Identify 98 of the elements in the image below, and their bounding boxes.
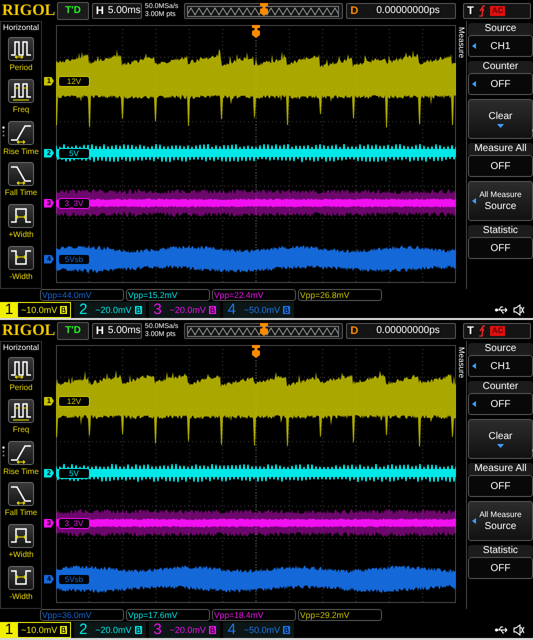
trace-label: 5Vsb bbox=[58, 254, 90, 264]
waveform-overview-icon bbox=[186, 4, 339, 18]
menu-value-button[interactable]: OFF bbox=[468, 475, 533, 497]
channel-tab[interactable]: 2 ~20.0mV bbox=[74, 622, 146, 638]
menu-button[interactable]: All Measure Source bbox=[468, 181, 533, 221]
page-dots-icon bbox=[2, 446, 5, 457]
measurement-readout: Vpp=22.4mV bbox=[212, 289, 296, 301]
menu-label: Measure All bbox=[468, 143, 533, 155]
measure-button[interactable] bbox=[8, 162, 34, 186]
menu-tab[interactable]: Measure bbox=[456, 21, 467, 289]
measure-button[interactable] bbox=[8, 398, 34, 423]
channel-tab[interactable]: 3 ~20.0mV bbox=[148, 622, 220, 638]
menu-label: Counter bbox=[468, 61, 533, 73]
delay-box[interactable]: D 0.00000000ps bbox=[346, 2, 456, 18]
run-state-badge: T'D bbox=[57, 322, 89, 340]
button-label: +Width bbox=[8, 550, 34, 560]
trace-label: 3_3V bbox=[58, 198, 90, 208]
menu-label: Statistic bbox=[468, 225, 533, 237]
measure-button[interactable] bbox=[8, 37, 34, 61]
channel-tab[interactable]: 3 ~20.0mV bbox=[148, 302, 220, 318]
button-label: Fall Time bbox=[4, 188, 38, 198]
menu-value-button[interactable]: OFF bbox=[468, 155, 533, 177]
channel-tab[interactable]: 1 ~10.0mV bbox=[0, 622, 72, 638]
measurement-readout: Vpp=26.8mV bbox=[298, 289, 382, 301]
timebase-box[interactable]: H 5.00ms bbox=[92, 322, 142, 338]
channel-tab[interactable]: 2 ~20.0mV bbox=[74, 302, 146, 318]
trigger-box[interactable]: T AC bbox=[463, 322, 531, 338]
speaker-icon bbox=[513, 304, 525, 316]
button-label: Period bbox=[9, 383, 33, 392]
menu-value-button[interactable]: OFF bbox=[468, 237, 533, 259]
coupling-badge: AC bbox=[490, 6, 506, 16]
rising-edge-icon bbox=[478, 4, 486, 16]
trigger-position-icon bbox=[251, 345, 261, 358]
menu-value-button[interactable]: OFF bbox=[468, 393, 533, 415]
menu-value-button[interactable]: OFF bbox=[468, 73, 533, 95]
speaker-icon bbox=[513, 624, 525, 636]
button-label: Rise Time bbox=[3, 146, 39, 156]
trace-label: 12V bbox=[58, 76, 90, 86]
menu-label: Measure All bbox=[468, 463, 533, 475]
usb-icon bbox=[495, 626, 509, 634]
menu-button[interactable]: All Measure Source bbox=[468, 501, 533, 541]
measure-button[interactable] bbox=[8, 246, 34, 270]
trigger-box[interactable]: T AC bbox=[463, 2, 531, 18]
button-label: Fall Time bbox=[4, 508, 38, 518]
delay-box[interactable]: D 0.00000000ps bbox=[346, 322, 456, 338]
trigger-position-icon bbox=[258, 2, 269, 16]
button-label: Period bbox=[9, 63, 33, 72]
measure-button[interactable] bbox=[8, 524, 34, 548]
trigger-position-icon bbox=[251, 25, 261, 38]
menu-label: Source bbox=[468, 343, 533, 355]
coupling-badge: AC bbox=[490, 326, 506, 336]
menu-button[interactable]: Clear bbox=[468, 99, 533, 139]
menu-label: Source bbox=[468, 23, 533, 35]
button-label: Freq bbox=[12, 104, 30, 114]
menu-label: Statistic bbox=[468, 545, 533, 557]
button-label: Rise Time bbox=[3, 466, 39, 476]
measure-button[interactable] bbox=[8, 566, 34, 590]
waveform-overview-icon bbox=[186, 324, 339, 338]
rising-edge-icon bbox=[478, 324, 486, 336]
measure-button[interactable] bbox=[8, 120, 34, 145]
page-dots-icon bbox=[2, 126, 5, 137]
measure-button[interactable] bbox=[8, 204, 34, 228]
channel-tab[interactable]: 4 ~50.0mV bbox=[222, 302, 294, 318]
timebase-box[interactable]: H 5.00ms bbox=[92, 2, 142, 18]
measure-button[interactable] bbox=[8, 78, 34, 103]
button-label: -Width bbox=[9, 272, 33, 282]
brand-logo: RIGOL bbox=[2, 322, 54, 340]
panel-title: Horizontal bbox=[2, 343, 39, 352]
measurement-readout: Vpp=29.2mV bbox=[298, 609, 382, 621]
measurement-readout: Vpp=36.0mV bbox=[40, 609, 124, 621]
menu-label: Counter bbox=[468, 381, 533, 393]
trace-label: 3_3V bbox=[58, 518, 90, 528]
trigger-position-icon bbox=[258, 322, 269, 336]
channel-tab[interactable]: 1 ~10.0mV bbox=[0, 302, 72, 318]
panel-title: Horizontal bbox=[2, 23, 39, 32]
measurement-readout: Vpp=44.0mV bbox=[40, 289, 124, 301]
measure-button[interactable] bbox=[8, 357, 34, 381]
menu-value-button[interactable]: OFF bbox=[468, 557, 533, 579]
button-label: +Width bbox=[8, 230, 34, 240]
trace-label: 5Vsb bbox=[58, 574, 90, 584]
measurement-readout: Vpp=15.2mV bbox=[126, 289, 210, 301]
trace-label: 5V bbox=[58, 148, 90, 158]
measurement-readout: Vpp=18.4mV bbox=[212, 609, 296, 621]
measurement-readout: Vpp=17.6mV bbox=[126, 609, 210, 621]
channel-tab[interactable]: 4 ~50.0mV bbox=[222, 622, 294, 638]
menu-tab[interactable]: Measure bbox=[456, 341, 467, 609]
run-state-badge: T'D bbox=[57, 2, 89, 20]
button-label: Freq bbox=[12, 424, 30, 434]
button-label: -Width bbox=[9, 592, 33, 602]
trace-label: 5V bbox=[58, 468, 90, 478]
measure-button[interactable] bbox=[8, 482, 34, 506]
brand-logo: RIGOL bbox=[2, 2, 54, 20]
trace-label: 12V bbox=[58, 396, 90, 406]
menu-button[interactable]: Clear bbox=[468, 419, 533, 459]
usb-icon bbox=[495, 306, 509, 314]
measure-button[interactable] bbox=[8, 440, 34, 465]
menu-value-button[interactable]: CH1 bbox=[468, 355, 533, 377]
menu-value-button[interactable]: CH1 bbox=[468, 35, 533, 57]
